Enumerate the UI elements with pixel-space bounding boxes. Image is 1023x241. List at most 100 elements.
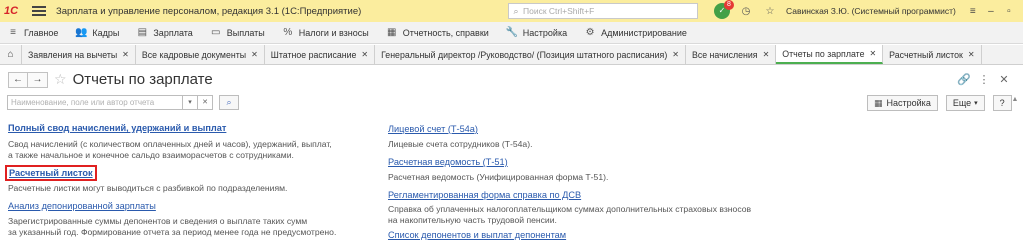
tab-label: Расчетный листок [889,49,963,60]
settings-icon: ▦ [874,97,883,108]
section-label: Налоги и взносы [298,27,369,38]
app-title: Зарплата и управление персоналом, редакц… [56,5,362,17]
section-reports[interactable]: ▦ Отчетность, справки [385,27,489,38]
highlight-box: Расчетный листок [5,165,97,181]
description-line: за указанный год. Формирование отчета за… [8,227,337,237]
minimize-icon[interactable]: – [982,6,1000,17]
report-link-payslip[interactable]: Расчетный листок [9,168,93,178]
report-link[interactable]: Расчетная ведомость (Т-51) [388,157,508,167]
link-icon[interactable]: 🔗 [954,73,974,86]
1c-logo: 1С [4,5,19,17]
section-label: Выплаты [226,27,265,38]
search-icon: ⌕ [513,5,519,16]
dropdown-arrow-icon[interactable]: ▾ [183,95,198,110]
tab-label: Генеральный директор /Руководство/ (Пози… [381,49,668,60]
more-vertical-icon[interactable]: ⋮ [974,73,994,86]
tab-all-accruals[interactable]: Все начисления ✕ [686,45,777,64]
settings-menu-icon[interactable]: ≡ [964,6,982,17]
notifications-icon[interactable]: ✓ 8 [714,0,734,19]
tab-deduction-requests[interactable]: Заявления на вычеты ✕ [22,45,136,64]
reports-right-column: Лицевой счет (Т-54а) Лицевые счета сотру… [388,124,808,240]
report-description: Лицевые счета сотрудников (Т-54а). [388,139,808,150]
vertical-scrollbar[interactable]: ▲ [1011,96,1019,241]
close-tab-icon[interactable]: ✕ [251,50,258,59]
current-user[interactable]: Савинская З.Ю. (Системный программист) [786,6,956,16]
close-tab-icon[interactable]: ✕ [361,50,368,59]
tab-label: Заявления на вычеты [28,49,118,60]
report-link[interactable]: Список депонентов и выплат депонентам [388,230,566,240]
tab-staff-schedule[interactable]: Штатное расписание ✕ [265,45,376,64]
tab-hr-documents[interactable]: Все кадровые документы ✕ [136,45,265,64]
help-label: ? [999,98,1005,108]
report-link[interactable]: Анализ депонированной зарплаты [8,201,156,211]
tab-label: Все кадровые документы [141,49,247,60]
wrench-icon: 🔧 [505,27,519,38]
report-item: Полный свод начислений, удержаний и выпл… [8,123,368,161]
forward-button[interactable]: → [28,71,48,88]
tab-salary-reports[interactable]: Отчеты по зарплате ✕ [776,45,884,64]
section-payments[interactable]: ▭ Выплаты [209,27,265,38]
close-tab-icon[interactable]: ✕ [869,49,876,58]
tab-position[interactable]: Генеральный директор /Руководство/ (Пози… [375,45,686,64]
history-icon[interactable]: ◷ [738,6,754,17]
report-description: Расчетные листки могут выводиться с разб… [8,183,368,194]
form-header-actions: 🔗 ⋮ ✕ [954,73,1014,86]
global-search-input[interactable]: ⌕ Поиск Ctrl+Shift+F [508,3,698,19]
more-label: Еще [952,98,972,108]
description-line: на накопительную часть трудовой пенсии. [388,215,557,225]
clear-icon[interactable]: ✕ [198,95,213,110]
settings-button[interactable]: ▦ Настройка [867,95,938,111]
more-button[interactable]: Еще ▾ [945,95,985,111]
close-form-icon[interactable]: ✕ [994,73,1014,86]
gear-icon: ⚙ [585,27,595,38]
reports-left-column: Полный свод начислений, удержаний и выпл… [5,123,368,238]
section-label: Кадры [92,27,120,38]
chevron-down-icon: ▾ [974,100,978,107]
description-line: Зарегистрированные суммы депонентов и св… [8,216,308,226]
section-hr[interactable]: 👥 Кадры [74,27,119,38]
close-tab-icon[interactable]: ✕ [672,50,679,59]
report-link[interactable]: Регламентированная форма справка по ДСВ [388,190,581,200]
back-button[interactable]: ← [8,71,28,88]
report-description: Свод начислений (с количеством оплаченны… [8,139,368,161]
settings-label: Настройка [886,98,931,108]
search-button[interactable]: ⌕ [219,95,239,110]
maximize-icon[interactable]: ▫ [1000,6,1018,17]
close-tab-icon[interactable]: ✕ [968,50,975,59]
close-tab-icon[interactable]: ✕ [763,50,770,59]
section-settings[interactable]: 🔧 Настройка [505,27,568,38]
favorite-star-icon[interactable]: ☆ [54,71,67,88]
title-bar: 1С Зарплата и управление персоналом, ред… [0,0,1023,22]
notification-badge: 8 [724,0,734,10]
tab-label: Отчеты по зарплате [782,48,865,59]
help-button[interactable]: ? [992,95,1012,111]
people-icon: 👥 [75,27,88,38]
scroll-up-icon[interactable]: ▲ [1011,96,1019,103]
report-search-input[interactable]: Наименование, поле или автор отчета [7,95,183,110]
report-link[interactable]: Лицевой счет (Т-54а) [388,124,478,134]
description-line: Расчетная ведомость (Унифицированная фор… [388,172,609,182]
section-label: Зарплата [153,27,193,38]
percent-icon: % [283,27,293,38]
search-placeholder: Поиск Ctrl+Shift+F [523,6,595,16]
main-menu-icon[interactable] [32,4,46,19]
close-tab-icon[interactable]: ✕ [122,50,129,59]
section-taxes[interactable]: % Налоги и взносы [281,27,369,38]
description-line: Расчетные листки могут выводиться с разб… [8,183,288,193]
section-admin[interactable]: ⚙ Администрирование [583,27,687,38]
menu-lines-icon: ≡ [10,27,16,38]
open-windows-bar: ⌂ Заявления на вычеты ✕ Все кадровые доку… [0,45,1023,65]
form-command-bar: ▦ Настройка Еще ▾ ? [867,95,1012,111]
favorites-star-icon[interactable]: ☆ [762,6,778,17]
document-icon: ▤ [137,27,148,38]
home-icon[interactable]: ⌂ [0,45,22,64]
report-link[interactable]: Полный свод начислений, удержаний и выпл… [8,123,226,133]
report-description: Справка об уплаченных налогоплательщиком… [388,204,808,226]
section-label: Отчетность, справки [402,27,489,38]
report-filter: Наименование, поле или автор отчета ▾ ✕ … [7,95,239,110]
section-main[interactable]: ≡ Главное [6,27,58,38]
tab-payslip[interactable]: Расчетный листок ✕ [883,45,982,64]
close-icon[interactable]: ✕ [1018,6,1023,17]
section-salary[interactable]: ▤ Зарплата [135,27,193,38]
report-item: Расчетная ведомость (Т-51) Расчетная вед… [388,157,808,183]
